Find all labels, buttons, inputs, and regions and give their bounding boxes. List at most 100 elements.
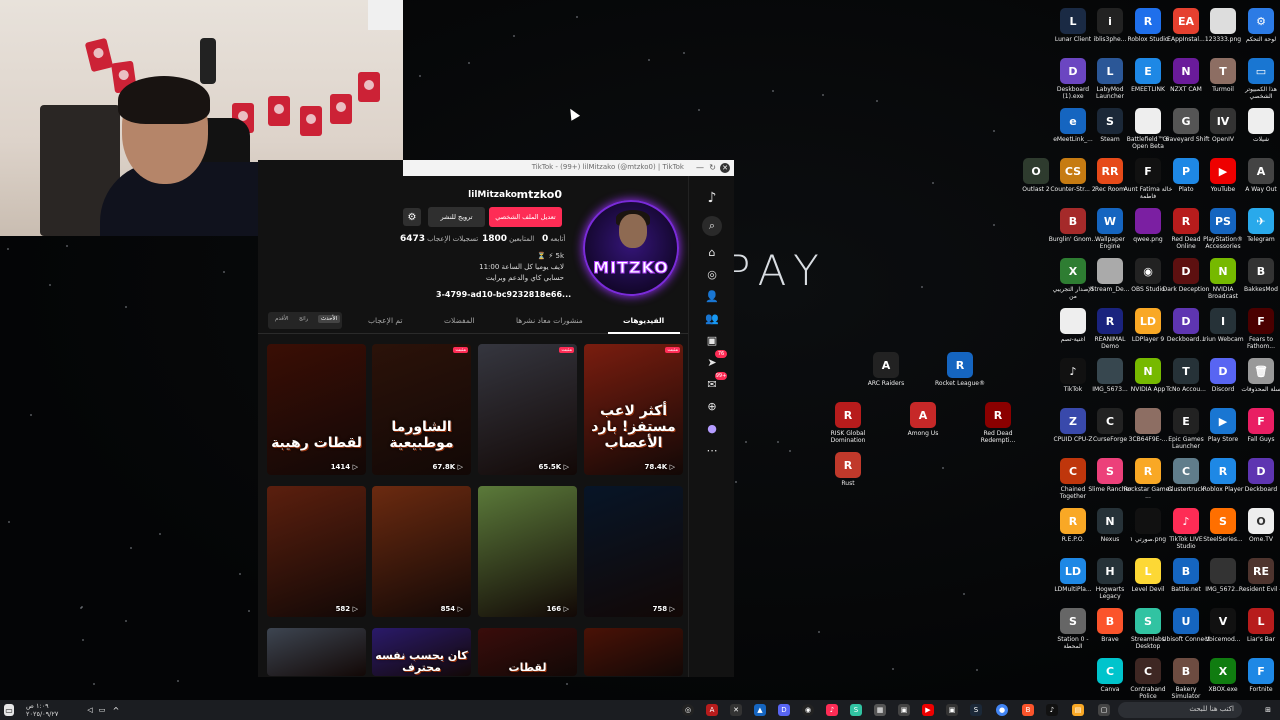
desktop-icon[interactable]: ⚙ لوحة التحكم	[1236, 8, 1280, 43]
video-thumbnail[interactable]: 758 ▷	[584, 486, 683, 617]
live-icon[interactable]: ▣	[702, 330, 722, 350]
minecraft-taskbar-icon[interactable]: ▦	[874, 704, 886, 716]
app-taskbar-icon[interactable]: ✕	[730, 704, 742, 716]
desktop-icon[interactable]: F Fears to Fathom...	[1236, 308, 1280, 350]
video-thumbnail[interactable]: لقطات رهيبة 1414 ▷	[267, 344, 366, 475]
desktop-icon[interactable]: F Fall Guys	[1236, 408, 1280, 443]
edit-profile-button[interactable]: تعديل الملف الشخصي	[489, 207, 562, 227]
sort-latest[interactable]: الأحدث	[318, 315, 341, 323]
steam-taskbar-icon[interactable]: S	[970, 704, 982, 716]
tab-liked[interactable]: تم الإعجاب	[368, 316, 403, 325]
minimize-icon[interactable]: —	[696, 163, 704, 172]
desktop-icon[interactable]: 🗑 سلة المحذوفات	[1236, 358, 1280, 393]
app-taskbar-icon[interactable]: ▲	[754, 704, 766, 716]
start-button[interactable]: ⊞	[1262, 704, 1274, 716]
desktop-icon[interactable]: A Among Us	[898, 402, 948, 437]
taskbar-search[interactable]: اكتب هنا للبحث	[1118, 702, 1242, 718]
refresh-icon[interactable]: ↻	[709, 163, 716, 172]
desktop-icon[interactable]: D Deckboard	[1236, 458, 1280, 493]
desktop-icon[interactable]: A A Way Out	[1236, 158, 1280, 193]
video-thumbnail[interactable]	[267, 628, 366, 676]
bio-link[interactable]: 3-4799-ad10-bc9232818e66...	[436, 290, 571, 299]
followers-stat[interactable]: 1800 المتابعين	[480, 234, 534, 244]
app-taskbar-icon[interactable]: ▣	[946, 704, 958, 716]
volume-icon[interactable]: ◁	[84, 704, 96, 716]
following-stat[interactable]: 0 أتابعه	[540, 234, 565, 244]
desktop-icon[interactable]: R Rust	[823, 452, 873, 487]
star	[80, 607, 82, 609]
search-icon[interactable]: ⌕	[702, 216, 722, 236]
promote-button[interactable]: ترويج للنشر	[428, 207, 485, 227]
app-icon: EA	[1173, 8, 1199, 34]
profile-avatar[interactable]: MITZKO	[583, 200, 679, 296]
app-taskbar-icon[interactable]: ◎	[682, 704, 694, 716]
video-thumbnail[interactable]: مثبت أكثر لاعب مستفز! بارد الأعصاب 78.4K ▷	[584, 344, 683, 475]
desktop-icon[interactable]: شيلات	[1236, 108, 1280, 143]
profile-icon[interactable]: ●	[702, 418, 722, 438]
star	[419, 75, 421, 77]
chrome-taskbar-icon[interactable]: ●	[996, 704, 1008, 716]
more-icon[interactable]: ⋯	[702, 440, 722, 460]
video-thumbnail[interactable]: 582 ▷	[267, 486, 366, 617]
desktop-icon-label: Ome.TV	[1249, 536, 1273, 543]
app-taskbar-icon[interactable]: A	[706, 704, 718, 716]
taskbar-clock[interactable]: ١:٠٩ ص ٢٠٢٥/٠٩/٢٧	[26, 702, 58, 718]
tab-favorites[interactable]: المفضلات	[444, 316, 475, 325]
desktop-icon[interactable]: A ARC Raiders	[861, 352, 911, 387]
app-taskbar-icon[interactable]: ▣	[898, 704, 910, 716]
video-caption: لقطات	[508, 661, 547, 674]
discord-taskbar-icon[interactable]: D	[778, 704, 790, 716]
sort-oldest[interactable]: الأقدم	[272, 315, 292, 323]
star	[66, 245, 68, 247]
tab-reposts[interactable]: منشورات معاد نشرها	[516, 316, 583, 325]
avatar-text: MITZKO	[593, 258, 669, 278]
app-icon: X	[1210, 658, 1236, 684]
tiktok-taskbar-icon[interactable]: ♪	[1046, 704, 1058, 716]
app-icon: W	[1097, 208, 1123, 234]
video-thumbnail[interactable]: لقطات	[478, 628, 577, 676]
desktop-icon-label: Fears to Fathom...	[1247, 336, 1275, 350]
close-icon[interactable]: ✕	[720, 163, 730, 173]
obs-taskbar-icon[interactable]: ◉	[802, 704, 814, 716]
desktop-icon[interactable]: R RISK Global Domination	[823, 402, 873, 444]
desktop-icon[interactable]: R Red Dead Redempti...	[973, 402, 1023, 444]
desktop-icon[interactable]: ▭ هذا الكمبيوتر الشخصي	[1236, 58, 1280, 100]
tiktok-logo-icon[interactable]: ♪	[702, 188, 722, 208]
desktop-icon[interactable]: B BakkesMod	[1236, 258, 1280, 293]
desktop-icon-label: Telegram	[1247, 236, 1275, 243]
video-thumbnail[interactable]: كان يحسب نفسه محترف	[372, 628, 471, 676]
sort-popular[interactable]: رائج	[296, 315, 311, 323]
following-icon[interactable]: 👤	[702, 286, 722, 306]
desktop-icon[interactable]: RE Resident Evil 4	[1236, 558, 1280, 593]
network-icon[interactable]: ▭	[96, 704, 108, 716]
explore-icon[interactable]: ◎	[702, 264, 722, 284]
brave-taskbar-icon[interactable]: B	[1022, 704, 1034, 716]
app-icon: ♪	[1060, 358, 1086, 384]
settings-icon[interactable]: ⚙	[403, 208, 421, 226]
file-explorer-icon[interactable]: ▤	[1072, 704, 1084, 716]
desktop-icon[interactable]: F Fortnite	[1236, 658, 1280, 693]
notifications-icon[interactable]: ▭	[4, 704, 14, 716]
task-view-icon[interactable]: ▢	[1098, 704, 1110, 716]
desktop-icon[interactable]: R Rocket League®	[935, 352, 985, 387]
tab-videos[interactable]: الفيديوهات	[623, 316, 664, 325]
desktop-icon[interactable]: O Ome.TV	[1236, 508, 1280, 543]
tray-chevron-icon[interactable]: ^	[110, 704, 122, 716]
desktop-icon[interactable]: ✈ Telegram	[1236, 208, 1280, 243]
youtube-taskbar-icon[interactable]: ▶	[922, 704, 934, 716]
video-thumbnail[interactable]: 166 ▷	[478, 486, 577, 617]
streamlabs-taskbar-icon[interactable]: S	[850, 704, 862, 716]
friends-icon[interactable]: 👥	[702, 308, 722, 328]
view-count: 65.5K ▷	[538, 463, 569, 471]
video-thumbnail[interactable]: مثبت الشاورما موطبيعية 67.8K ▷	[372, 344, 471, 475]
upload-icon[interactable]: ⊕	[702, 396, 722, 416]
video-thumbnail[interactable]: مثبت 65.5K ▷	[478, 344, 577, 475]
video-thumbnail[interactable]	[584, 628, 683, 676]
star	[942, 467, 944, 469]
home-icon[interactable]: ⌂	[702, 242, 722, 262]
following-count: 0	[542, 234, 549, 244]
video-thumbnail[interactable]: 854 ▷	[372, 486, 471, 617]
desktop-icon[interactable]: L Liar's Bar	[1236, 608, 1280, 643]
app-icon: 🗑	[1248, 358, 1274, 384]
tiktok-live-taskbar-icon[interactable]: ♪	[826, 704, 838, 716]
